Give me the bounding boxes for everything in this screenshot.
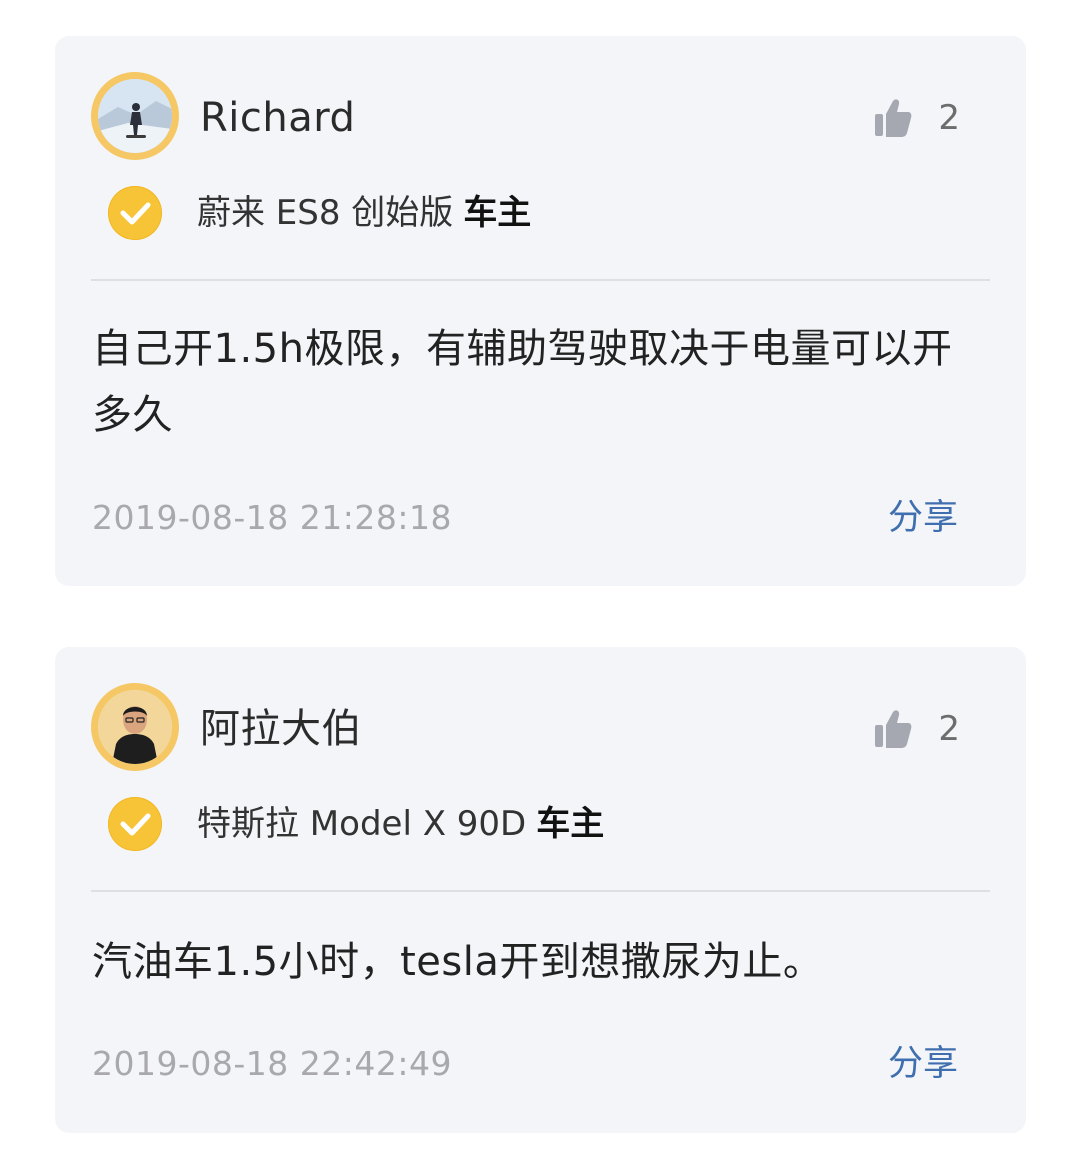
comment-timestamp: 2019-08-18 21:28:18 <box>92 498 452 537</box>
owner-car: 蔚来 ES8 创始版 <box>197 193 454 233</box>
owner-info: 特斯拉 Model X 90D 车主 <box>197 800 604 848</box>
username[interactable]: Richard <box>200 94 355 142</box>
owner-info: 蔚来 ES8 创始版 车主 <box>197 189 531 237</box>
thumbs-up-icon <box>875 710 912 748</box>
owner-car: 特斯拉 Model X 90D <box>197 804 527 844</box>
username[interactable]: 阿拉大伯 <box>200 705 362 753</box>
avatar-photo <box>98 690 172 764</box>
owner-tag: 车主 <box>536 804 605 844</box>
avatar[interactable] <box>91 683 179 771</box>
share-link[interactable]: 分享 <box>888 1044 958 1084</box>
like-count: 2 <box>938 709 960 749</box>
thumbs-up-icon <box>875 99 912 137</box>
divider <box>91 890 990 892</box>
like-button[interactable]: 2 <box>874 707 960 751</box>
comment-timestamp: 2019-08-18 22:42:49 <box>92 1044 452 1083</box>
like-count: 2 <box>938 98 960 138</box>
verified-owner-icon <box>108 186 162 240</box>
comment-text: 自己开1.5h极限，有辅助驾驶取决于电量可以开多久 <box>92 326 953 438</box>
verified-owner-icon <box>108 797 162 851</box>
comment-card: Richard 2 蔚来 ES8 创始版 车主 自己开1.5h极限，有辅助驾驶取决… <box>55 36 1026 586</box>
avatar-photo <box>98 79 172 153</box>
comment-text: 汽油车1.5小时，tesla开到想撒尿为止。 <box>92 939 824 985</box>
like-button[interactable]: 2 <box>874 96 960 140</box>
divider <box>91 279 990 281</box>
avatar[interactable] <box>91 72 179 160</box>
share-link[interactable]: 分享 <box>888 498 958 538</box>
comment-card: 阿拉大伯 2 特斯拉 Model X 90D 车主 汽油车1.5小时，tesla开… <box>55 647 1026 1133</box>
owner-tag: 车主 <box>463 193 532 233</box>
